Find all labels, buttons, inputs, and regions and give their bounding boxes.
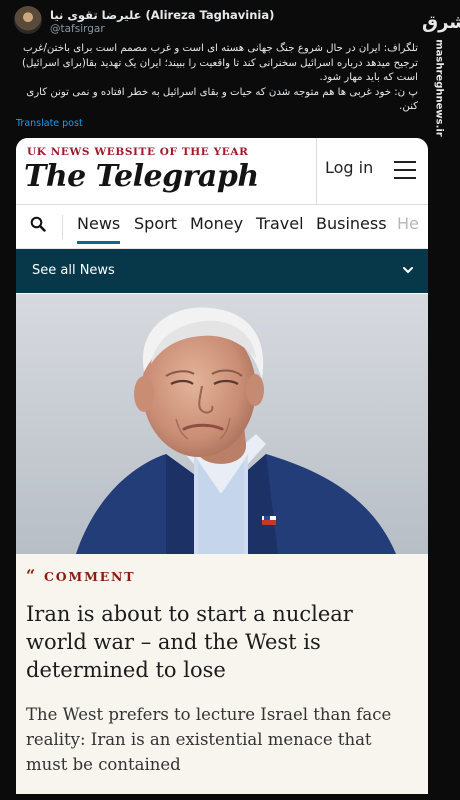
- award-tagline: UK NEWS WEBSITE OF THE YEAR: [27, 146, 249, 158]
- tweet-text-line: پ ن: خود غربی ها هم متوجه شدن که حیات و …: [26, 86, 418, 113]
- avatar[interactable]: [14, 6, 42, 34]
- tab-health[interactable]: He: [397, 214, 419, 233]
- telegraph-header: UK NEWS WEBSITE OF THE YEAR The Telegrap…: [16, 138, 428, 205]
- watermark-url-box: mashreghnews.ir: [422, 39, 456, 136]
- tab-news[interactable]: News: [77, 214, 121, 244]
- menu-icon[interactable]: [394, 161, 416, 179]
- watermark-logo: مشرق: [422, 12, 460, 33]
- nav-divider: [62, 215, 63, 239]
- see-all-news-label: See all News: [32, 263, 115, 278]
- tweet-header: علیرضا تقوی نیا (Alireza Taghavinia) @ta…: [14, 6, 434, 35]
- see-all-news-bar[interactable]: See all News: [16, 249, 428, 293]
- search-icon[interactable]: [30, 216, 46, 232]
- translate-post-link[interactable]: Translate post: [16, 118, 83, 129]
- section-label[interactable]: COMMENT: [44, 569, 135, 584]
- tweet-text-line: تلگراف: ایران در حال شروع جنگ جهانی هسته…: [22, 43, 418, 83]
- header-divider: [316, 138, 317, 204]
- tweet-text: تلگراف: ایران در حال شروع جنگ جهانی هسته…: [14, 42, 418, 115]
- tweet-handle[interactable]: @tafsirgar: [50, 23, 105, 35]
- watermark: مشرق mashreghnews.ir: [422, 8, 460, 137]
- watermark-url: mashreghnews.ir: [433, 39, 445, 137]
- login-button[interactable]: Log in: [325, 158, 373, 177]
- article-headline[interactable]: Iran is about to start a nuclear world w…: [26, 600, 411, 684]
- tweet-display-name[interactable]: علیرضا تقوی نیا (Alireza Taghavinia): [50, 8, 274, 22]
- tab-money[interactable]: Money: [190, 214, 243, 233]
- tab-travel[interactable]: Travel: [256, 214, 304, 233]
- telegraph-logo[interactable]: The Telegraph: [24, 159, 259, 194]
- tab-business[interactable]: Business: [316, 214, 387, 233]
- article-photo[interactable]: [16, 294, 428, 554]
- tab-sport[interactable]: Sport: [134, 214, 177, 233]
- article-section: “ COMMENT Iran is about to start a nucle…: [16, 554, 428, 794]
- telegraph-card[interactable]: UK NEWS WEBSITE OF THE YEAR The Telegrap…: [16, 138, 428, 794]
- quote-icon: “: [26, 566, 36, 585]
- nav-bar: News Sport Money Travel Business He: [16, 205, 428, 249]
- article-standfirst: The West prefers to lecture Israel than …: [26, 705, 392, 774]
- chevron-down-icon[interactable]: [401, 263, 415, 277]
- article-photo-illustration: [16, 294, 428, 554]
